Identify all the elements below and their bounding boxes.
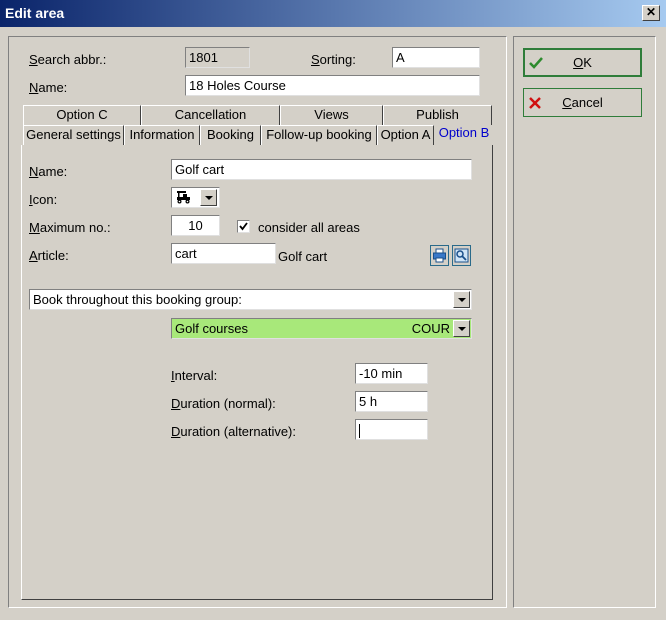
tab-cancellation[interactable]: Cancellation <box>141 105 280 125</box>
sorting-label: Sorting: <box>311 52 356 67</box>
chevron-down-icon <box>458 298 466 302</box>
ok-button[interactable]: OK <box>523 48 642 77</box>
booking-group-code: COUR <box>411 321 450 336</box>
title-bar: Edit area ✕ <box>0 0 666 27</box>
booking-mode-value: Book throughout this booking group: <box>33 292 242 307</box>
consider-all-label: consider all areas <box>258 220 360 235</box>
booking-mode-select[interactable]: Book throughout this booking group: <box>29 289 472 310</box>
chevron-down-icon <box>458 327 466 331</box>
article-lookup-button[interactable] <box>452 245 471 266</box>
tab-option-c[interactable]: Option C <box>23 105 141 125</box>
tab-views[interactable]: Views <box>280 105 383 125</box>
search-abbr-label: Search abbr.: <box>29 52 107 67</box>
tab-follow-up-booking[interactable]: Follow-up booking <box>261 125 377 145</box>
icon-select[interactable] <box>171 187 220 208</box>
tab-booking[interactable]: Booking <box>200 125 261 145</box>
printer-icon <box>433 248 446 263</box>
search-abbr-field[interactable]: 1801 <box>185 47 250 68</box>
button-panel <box>513 36 656 608</box>
cart-name-label: Name: <box>29 164 68 179</box>
maximum-label: Maximum no.: <box>29 220 111 235</box>
icon-label: Icon: <box>29 192 58 207</box>
article-field[interactable]: cart <box>171 243 276 264</box>
sorting-field[interactable]: A <box>392 47 480 68</box>
article-description: Golf cart <box>278 249 328 264</box>
golf-cart-icon <box>177 191 190 204</box>
name-field[interactable]: 18 Holes Course <box>185 75 480 96</box>
name-label: Name: <box>29 80 68 95</box>
ok-label: OK <box>573 55 592 70</box>
chevron-down-icon <box>205 196 213 200</box>
icon-dropdown-button[interactable] <box>200 189 217 206</box>
text-cursor <box>359 423 360 438</box>
duration-alt-field[interactable] <box>355 419 428 440</box>
close-button[interactable]: ✕ <box>642 5 660 21</box>
cancel-label: Cancel <box>562 95 603 110</box>
tab-option-a[interactable]: Option A <box>377 125 434 145</box>
interval-field[interactable]: -10 min <box>355 363 428 384</box>
checkmark-icon <box>239 222 248 231</box>
close-icon: ✕ <box>645 5 657 19</box>
checkmark-icon <box>529 57 543 69</box>
tab-general-settings[interactable]: General settings <box>23 125 124 145</box>
cart-name-field[interactable]: Golf cart <box>171 159 472 180</box>
booking-mode-dropdown-button[interactable] <box>453 291 470 308</box>
consider-all-checkbox[interactable] <box>237 220 250 233</box>
maximum-field[interactable]: 10 <box>171 215 220 236</box>
cross-icon <box>529 97 541 109</box>
tab-information[interactable]: Information <box>124 125 200 145</box>
duration-normal-label: Duration (normal): <box>171 396 276 411</box>
tab-option-b[interactable]: Option B <box>436 124 492 144</box>
duration-alt-label: Duration (alternative): <box>171 424 297 439</box>
duration-normal-field[interactable]: 5 h <box>355 391 428 412</box>
cancel-button[interactable]: Cancel <box>523 88 642 117</box>
tab-publish[interactable]: Publish <box>383 105 492 125</box>
window-title: Edit area <box>5 5 65 21</box>
print-button[interactable] <box>430 245 449 266</box>
booking-group-dropdown-button[interactable] <box>453 320 470 337</box>
interval-label: Interval: <box>171 368 218 383</box>
booking-group-select[interactable]: Golf courses COUR <box>171 318 472 339</box>
magnifier-icon <box>454 248 469 263</box>
article-label: Article: <box>29 248 69 263</box>
booking-group-name: Golf courses <box>175 321 248 336</box>
